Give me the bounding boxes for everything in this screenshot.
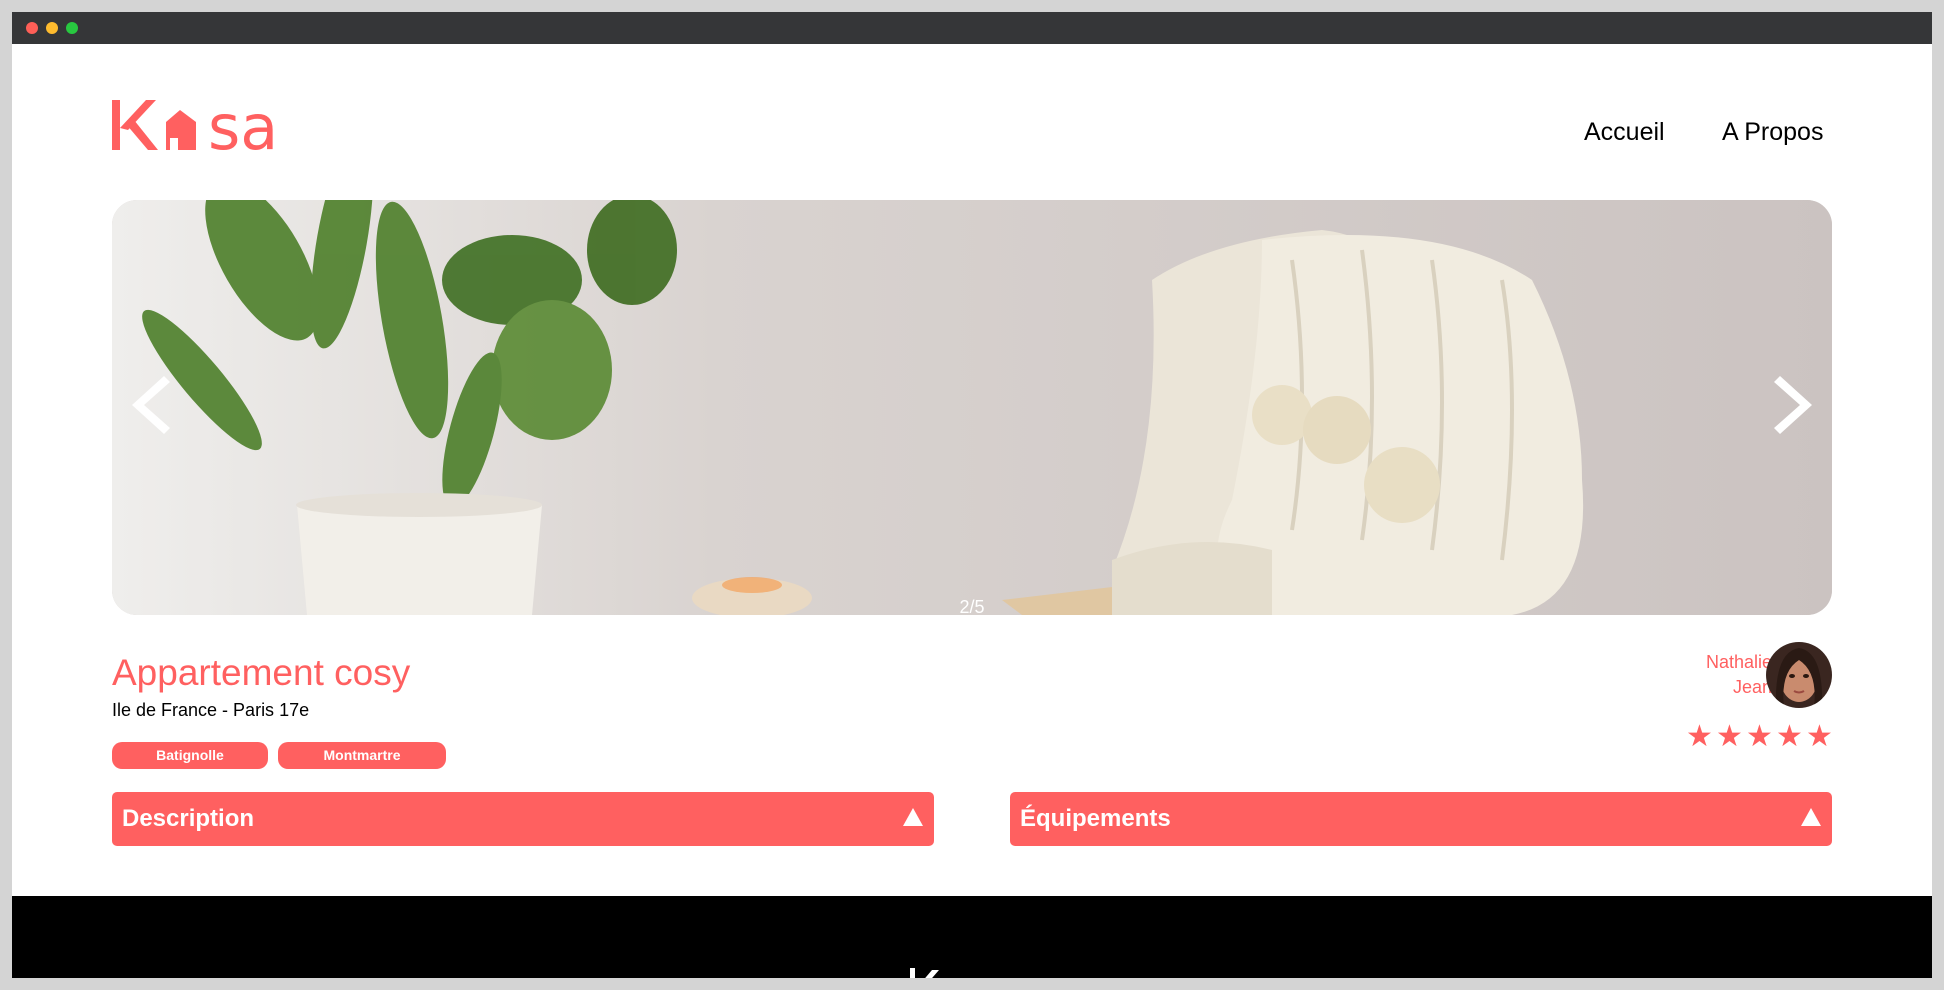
host-name: Nathalie Jean — [1652, 650, 1772, 700]
caret-up-icon[interactable] — [902, 807, 924, 827]
listing-tag: Montmartre — [278, 742, 446, 769]
host-last-name: Jean — [1732, 677, 1772, 697]
carousel-prev-button[interactable] — [124, 370, 174, 440]
star-icon: ★ — [1746, 720, 1773, 753]
equipments-collapse[interactable]: Équipements — [1010, 792, 1832, 846]
carousel-next-button[interactable] — [1770, 370, 1820, 440]
svg-text:sa: sa — [972, 968, 1017, 978]
rating-stars: ★ ★ ★ ★ ★ — [1686, 722, 1836, 752]
svg-text:sa: sa — [208, 91, 278, 158]
star-icon: ★ — [1776, 720, 1803, 753]
listing-tag: Batignolle — [112, 742, 268, 769]
host-first-name: Nathalie — [1705, 652, 1772, 672]
footer-logo: sa — [910, 968, 1017, 978]
footer: sa — [12, 896, 1932, 978]
description-collapse-label: Description — [122, 805, 255, 832]
description-collapse[interactable]: Description — [112, 792, 934, 846]
nav-home-link[interactable]: Accueil — [1584, 118, 1665, 147]
nav-about-link[interactable]: A Propos — [1722, 118, 1823, 147]
maximize-window-button[interactable] — [66, 22, 78, 34]
close-window-button[interactable] — [26, 22, 38, 34]
browser-window: sa Accueil A Propos 2/5 Appartement cosy… — [12, 12, 1932, 978]
star-icon: ★ — [1716, 720, 1743, 753]
star-icon: ★ — [1686, 720, 1713, 753]
minimize-window-button[interactable] — [46, 22, 58, 34]
listing-photo — [112, 200, 1832, 615]
caret-up-icon[interactable] — [1800, 807, 1822, 827]
star-icon: ★ — [1806, 720, 1833, 753]
host-avatar — [1766, 642, 1832, 708]
carousel-counter: 2/5 — [959, 597, 985, 615]
window-titlebar — [12, 12, 1932, 44]
image-carousel: 2/5 — [112, 200, 1832, 615]
listing-title: Appartement cosy — [112, 652, 411, 693]
kasa-logo[interactable]: sa — [110, 88, 310, 158]
equipments-collapse-label: Équipements — [1020, 805, 1171, 832]
listing-location: Ile de France - Paris 17e — [112, 700, 310, 720]
